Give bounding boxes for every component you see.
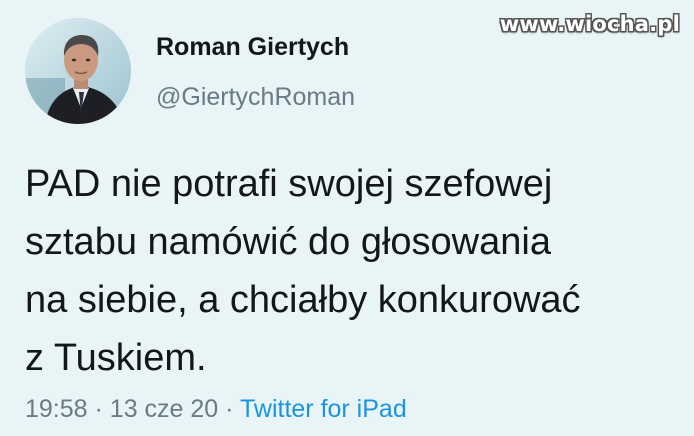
tweet-metadata: 19:58 · 13 cze 20 · Twitter for iPad bbox=[25, 395, 407, 424]
meta-separator: · bbox=[94, 395, 103, 423]
tweet-text-line: z Tuskiem. bbox=[25, 337, 207, 379]
author-handle[interactable]: @GiertychRoman bbox=[156, 83, 355, 112]
tweet-text: PAD nie potrafi swojej szefowej sztabu n… bbox=[25, 155, 675, 387]
avatar[interactable] bbox=[25, 18, 131, 124]
site-watermark: www.wiocha.pl bbox=[499, 12, 680, 36]
tweet-date[interactable]: 13 cze 20 bbox=[110, 395, 218, 423]
avatar-photo bbox=[25, 18, 131, 124]
tweet-text-line: sztabu namówić do głosowania bbox=[25, 221, 551, 263]
tweet-time[interactable]: 19:58 bbox=[25, 395, 88, 423]
tweet-text-line: PAD nie potrafi swojej szefowej bbox=[25, 163, 553, 205]
meta-separator: · bbox=[225, 395, 234, 423]
tweet-source-link[interactable]: Twitter for iPad bbox=[240, 395, 407, 423]
tweet-text-line: na siebie, a chciałby konkurować bbox=[25, 279, 581, 321]
author-name[interactable]: Roman Giertych bbox=[156, 33, 349, 62]
